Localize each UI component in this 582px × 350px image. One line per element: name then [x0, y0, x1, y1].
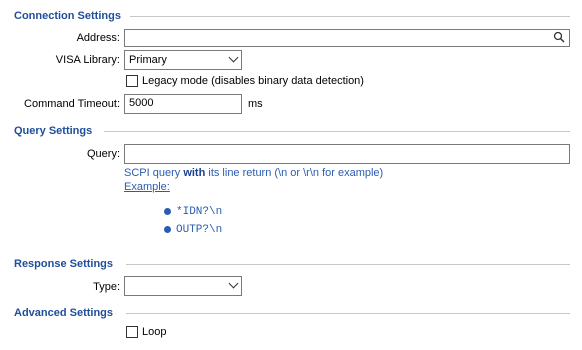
section-divider — [104, 131, 570, 132]
visa-library-select[interactable]: Primary — [124, 50, 242, 70]
search-icon[interactable] — [553, 31, 565, 47]
address-label: Address: — [76, 32, 120, 44]
type-label: Type: — [93, 281, 120, 293]
example-link-text: Example: — [124, 181, 170, 193]
command-timeout-value: 5000 — [129, 97, 154, 109]
bullet-icon — [164, 208, 171, 215]
query-help-bold: with — [183, 167, 206, 179]
query-help-text: SCPI query with its line return (\n or \… — [124, 166, 383, 180]
legacy-mode-checkbox[interactable] — [126, 75, 138, 87]
section-title-query: Query Settings — [14, 125, 93, 137]
legacy-mode-label: Legacy mode (disables binary data detect… — [142, 75, 364, 87]
query-help-pre: SCPI query — [124, 167, 184, 179]
visa-library-label: VISA Library: — [55, 54, 120, 66]
section-divider — [130, 16, 570, 17]
loop-checkbox[interactable] — [126, 326, 138, 338]
address-input[interactable] — [124, 29, 570, 47]
command-timeout-input[interactable]: 5000 — [124, 94, 242, 114]
query-input[interactable] — [124, 144, 570, 164]
section-title-advanced: Advanced Settings — [14, 307, 114, 319]
example-item: *IDN?\n — [176, 206, 223, 218]
chevron-down-icon — [228, 52, 239, 63]
command-timeout-label: Command Timeout: — [24, 98, 120, 110]
command-timeout-unit: ms — [248, 98, 263, 110]
section-divider — [126, 313, 570, 314]
visa-library-value: Primary — [129, 54, 167, 66]
example-item: OUTP?\n — [176, 224, 223, 236]
section-title-connection: Connection Settings — [14, 10, 121, 22]
query-help-post: its line return (\n or \r\n for example) — [205, 167, 384, 179]
chevron-down-icon — [228, 278, 239, 289]
section-divider — [126, 264, 570, 265]
loop-label: Loop — [142, 326, 167, 338]
query-label: Query: — [86, 148, 120, 160]
section-title-response: Response Settings — [14, 258, 114, 270]
bullet-icon — [164, 226, 171, 233]
type-select[interactable] — [124, 276, 242, 296]
example-link[interactable]: Example: — [124, 180, 170, 194]
